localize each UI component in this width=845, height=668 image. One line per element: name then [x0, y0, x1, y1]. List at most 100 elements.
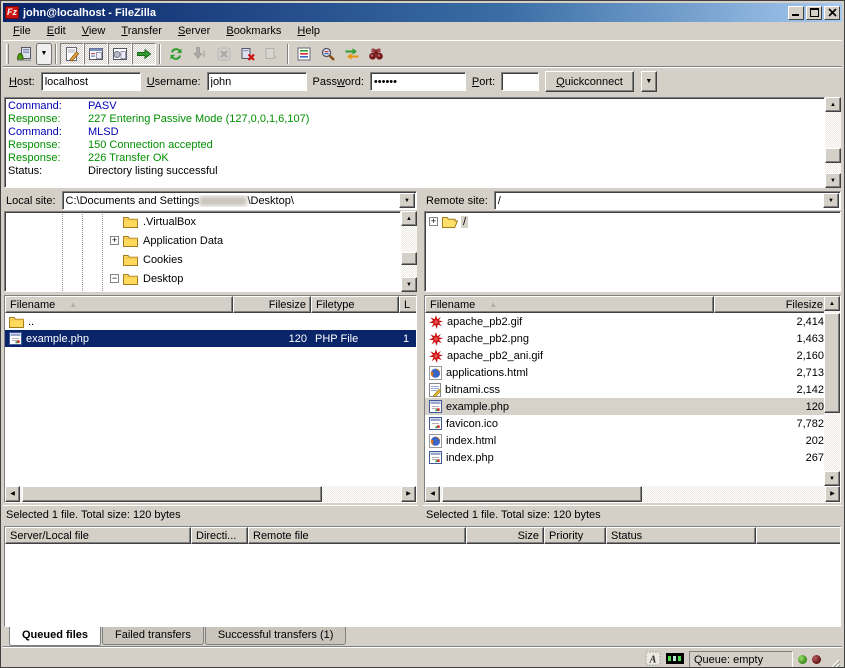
scrollbar-track[interactable] [440, 486, 825, 502]
log-vertical-scrollbar[interactable]: ▲ ▼ [825, 97, 841, 188]
quickconnect-dropdown-button[interactable]: ▼ [641, 71, 657, 92]
menu-item-help[interactable]: Help [289, 23, 328, 39]
tree-item-application-data[interactable]: + Application Data [5, 231, 400, 250]
toggle-remote-tree-button[interactable] [108, 43, 132, 65]
scroll-left-button[interactable]: ◀ [425, 486, 440, 502]
site-manager-dropdown-button[interactable]: ▼ [36, 43, 52, 65]
scrollbar-thumb[interactable] [442, 486, 642, 502]
synchronized-browsing-button[interactable] [340, 43, 364, 65]
tab-failed-transfers[interactable]: Failed transfers [102, 627, 204, 645]
toggle-local-tree-button[interactable] [84, 43, 108, 65]
disconnect-button[interactable] [236, 43, 260, 65]
column-header-filename[interactable]: Filename▲ [425, 296, 714, 313]
scroll-left-button[interactable]: ◀ [5, 486, 20, 502]
tab-successful-transfers-1-[interactable]: Successful transfers (1) [205, 627, 347, 645]
toggle-transfer-queue-button[interactable] [132, 43, 156, 65]
cancel-operation-button[interactable] [212, 43, 236, 65]
minimize-button[interactable] [788, 6, 804, 20]
scrollbar-thumb[interactable] [824, 313, 840, 413]
local-site-combobox[interactable]: C:\Documents and Settings\Desktop\ ▼ [62, 191, 417, 210]
scrollbar-thumb[interactable] [401, 252, 417, 265]
file-row-apache-pb2-ani-gif[interactable]: apache_pb2_ani.gif2,160 [425, 347, 824, 364]
password-input[interactable] [370, 72, 466, 91]
menu-item-server[interactable]: Server [170, 23, 218, 39]
file-row-apache-pb2-gif[interactable]: apache_pb2.gif2,414 [425, 313, 824, 330]
expand-icon[interactable]: + [429, 217, 438, 226]
scrollbar-track[interactable] [20, 486, 401, 502]
column-header-directi-[interactable]: Directi... [191, 527, 248, 544]
menu-item-file[interactable]: File [5, 23, 39, 39]
port-input[interactable] [501, 72, 539, 91]
column-header-l[interactable]: L [399, 296, 416, 313]
find-files-button[interactable] [364, 43, 388, 65]
process-queue-button[interactable] [188, 43, 212, 65]
tree-item--virtualbox[interactable]: .VirtualBox [5, 212, 400, 231]
scrollbar-track[interactable] [401, 226, 417, 277]
quickconnect-button[interactable]: Quickconnect [545, 71, 634, 92]
scroll-down-button[interactable]: ▼ [825, 173, 841, 188]
resize-grip[interactable] [826, 657, 840, 668]
file-row-apache-pb2-png[interactable]: apache_pb2.png1,463 [425, 330, 824, 347]
host-input[interactable] [41, 72, 141, 91]
file-row-index-php[interactable]: index.php267 [425, 449, 824, 466]
close-button[interactable] [824, 6, 840, 20]
scroll-right-button[interactable]: ▶ [401, 486, 416, 502]
tab-queued-files[interactable]: Queued files [9, 627, 101, 646]
tree-item-desktop[interactable]: −Desktop [5, 269, 400, 288]
file-row--[interactable]: .. [5, 313, 416, 330]
site-manager-button[interactable] [12, 43, 36, 65]
scrollbar-track[interactable] [825, 112, 841, 173]
speedlimit-indicator-icon[interactable] [666, 653, 684, 667]
menu-item-edit[interactable]: Edit [39, 23, 74, 39]
menu-item-bookmarks[interactable]: Bookmarks [218, 23, 289, 39]
file-row-example-php[interactable]: example.php120 [425, 398, 824, 415]
menu-item-transfer[interactable]: Transfer [113, 23, 170, 39]
local-horizontal-scrollbar[interactable]: ◀ ▶ [5, 486, 416, 502]
column-header-size[interactable]: Size [466, 527, 544, 544]
scrollbar-thumb[interactable] [825, 148, 841, 163]
scroll-up-button[interactable]: ▲ [825, 97, 841, 112]
column-header-server-local-file[interactable]: Server/Local file [5, 527, 191, 544]
refresh-button[interactable] [164, 43, 188, 65]
column-header-status[interactable]: Status [606, 527, 756, 544]
file-row-index-html[interactable]: index.html202 [425, 432, 824, 449]
file-row-bitnami-css[interactable]: bitnami.css2,142 [425, 381, 824, 398]
scrollbar-track[interactable] [824, 311, 840, 471]
file-row-favicon-ico[interactable]: favicon.ico7,782 [425, 415, 824, 432]
ascii-data-type-icon[interactable]: A [645, 651, 661, 668]
username-input[interactable] [207, 72, 307, 91]
menu-item-view[interactable]: View [74, 23, 114, 39]
scroll-up-button[interactable]: ▲ [824, 296, 840, 311]
file-row-example-php[interactable]: example.php120PHP File1 [5, 330, 416, 347]
scroll-right-button[interactable]: ▶ [825, 486, 840, 502]
scrollbar-thumb[interactable] [22, 486, 322, 502]
column-header-filetype[interactable]: Filetype [311, 296, 399, 313]
combo-dropdown-arrow-icon[interactable]: ▼ [399, 193, 415, 208]
maximize-button[interactable] [806, 6, 822, 20]
remote-site-combobox[interactable]: / ▼ [494, 191, 841, 210]
tree-item-cookies[interactable]: Cookies [5, 250, 400, 269]
directory-compare-button[interactable] [316, 43, 340, 65]
scroll-down-button[interactable]: ▼ [824, 471, 840, 486]
remote-vertical-scrollbar[interactable]: ▲ ▼ [824, 296, 840, 486]
scroll-up-button[interactable]: ▲ [401, 211, 417, 226]
remote-horizontal-scrollbar[interactable]: ◀ ▶ [425, 486, 840, 502]
combo-dropdown-arrow-icon[interactable]: ▼ [823, 193, 839, 208]
file-row-applications-html[interactable]: applications.html2,713 [425, 364, 824, 381]
column-header-remote-file[interactable]: Remote file [248, 527, 466, 544]
titlebar[interactable]: Fz john@localhost - FileZilla [3, 3, 842, 22]
column-header-filesize[interactable]: Filesize [233, 296, 311, 313]
column-header-filesize[interactable]: Filesize [714, 296, 824, 313]
column-header-blank[interactable] [756, 527, 840, 544]
reconnect-button[interactable] [260, 43, 284, 65]
collapse-icon[interactable]: − [110, 274, 119, 283]
column-header-filename[interactable]: Filename▲ [5, 296, 233, 313]
expand-icon[interactable]: + [110, 236, 119, 245]
column-header-priority[interactable]: Priority [544, 527, 606, 544]
scroll-down-button[interactable]: ▼ [401, 277, 417, 292]
directory-filter-button[interactable] [292, 43, 316, 65]
tree-item-label: Application Data [141, 235, 225, 247]
local-tree-vertical-scrollbar[interactable]: ▲ ▼ [401, 211, 417, 292]
tree-item--[interactable]: +/ [425, 212, 840, 231]
toggle-message-log-button[interactable] [60, 43, 84, 65]
